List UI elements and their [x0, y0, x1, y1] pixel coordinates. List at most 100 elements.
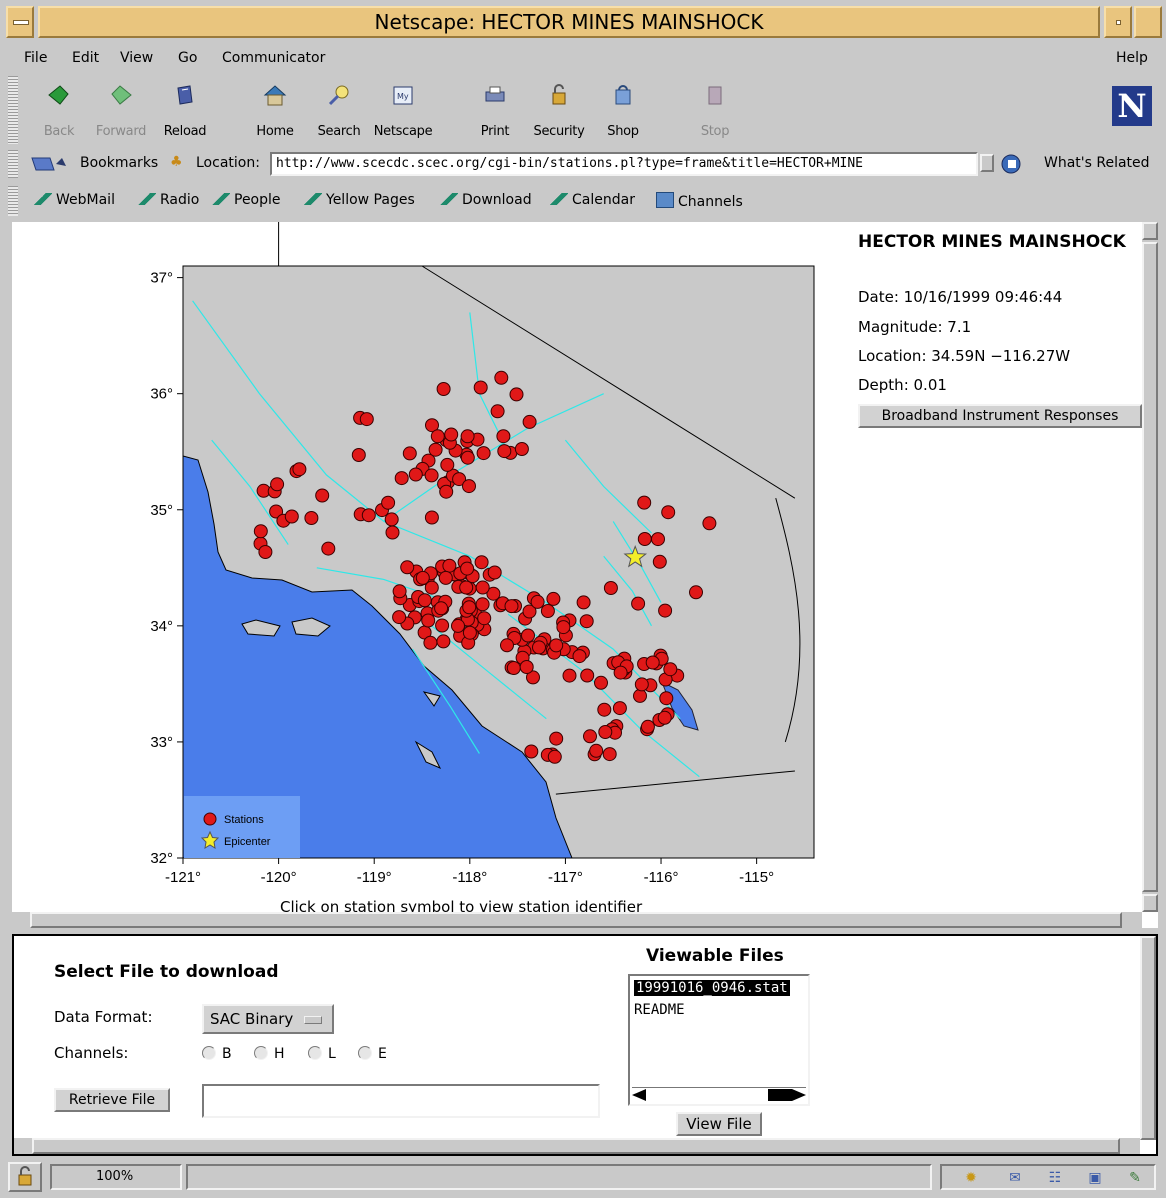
- security-button[interactable]: Security: [524, 78, 594, 142]
- channel-radio-l[interactable]: L: [308, 1046, 336, 1062]
- download-frame-vertical-scrollbar[interactable]: [1140, 936, 1156, 1140]
- station-marker: [460, 429, 475, 444]
- address-book-icon[interactable]: ▣: [1084, 1170, 1106, 1186]
- station-marker: [549, 638, 564, 653]
- maximize-button[interactable]: [1134, 6, 1162, 38]
- viewable-files-title: Viewable Files: [646, 946, 784, 966]
- pen-icon: [304, 193, 322, 205]
- lat-tick-label: 35°: [150, 502, 173, 519]
- back-label: Back: [43, 124, 75, 139]
- data-format-label: Data Format:: [54, 1008, 153, 1026]
- vertical-scroll-thumb[interactable]: [1142, 242, 1158, 892]
- map-frame-horizontal-scrollbar[interactable]: [12, 912, 1142, 928]
- bookmarks-icon[interactable]: [30, 154, 68, 174]
- reload-button[interactable]: Reload: [150, 78, 220, 142]
- map-frame-vertical-scrollbar[interactable]: [1142, 222, 1158, 912]
- files-scroll-thumb[interactable]: [768, 1089, 792, 1101]
- station-marker: [657, 710, 672, 725]
- print-button[interactable]: Print: [460, 78, 530, 142]
- home-icon: [263, 85, 287, 106]
- channel-radio-e[interactable]: E: [358, 1046, 387, 1062]
- channel-radio-h[interactable]: H: [254, 1046, 285, 1062]
- netscape-logo-icon[interactable]: N: [1112, 86, 1152, 126]
- data-format-select[interactable]: SAC Binary: [202, 1004, 334, 1034]
- menu-file[interactable]: File: [24, 50, 47, 66]
- channel-h-label: H: [274, 1046, 285, 1062]
- horizontal-scroll-thumb[interactable]: [30, 912, 1122, 928]
- legend-stations-label: Stations: [224, 814, 264, 826]
- file-item[interactable]: README: [634, 1002, 685, 1018]
- scroll-up-arrow[interactable]: [1142, 222, 1158, 240]
- station-marker: [417, 593, 432, 608]
- scroll-right-arrow-icon[interactable]: [792, 1089, 806, 1101]
- discussions-icon[interactable]: ☷: [1044, 1170, 1066, 1186]
- menu-communicator[interactable]: Communicator: [222, 50, 325, 66]
- download-frame-horizontal-scrollbar[interactable]: [14, 1138, 1140, 1154]
- station-marker: [530, 594, 545, 609]
- personal-item-calendar[interactable]: Calendar: [550, 192, 635, 208]
- scroll-left-arrow-icon[interactable]: [632, 1089, 646, 1101]
- station-marker: [436, 382, 451, 396]
- broadband-instrument-responses-button[interactable]: Broadband Instrument Responses: [858, 404, 1142, 428]
- my-netscape-button[interactable]: My Netscape: [368, 78, 438, 142]
- file-item-selected[interactable]: 19991016_0946.stat: [634, 980, 790, 996]
- window-menu-button[interactable]: [6, 6, 34, 38]
- personal-toolbar: WebMail Radio People Yellow Pages Downlo…: [8, 184, 1158, 218]
- search-button[interactable]: Search: [304, 78, 374, 142]
- personal-item-radio[interactable]: Radio: [138, 192, 199, 208]
- vertical-scroll-thumb[interactable]: [1140, 936, 1156, 1140]
- station-marker: [435, 618, 450, 633]
- forward-button[interactable]: Forward: [86, 78, 156, 142]
- whats-related-label[interactable]: What's Related: [1044, 155, 1150, 171]
- station-marker: [473, 380, 488, 395]
- bookmarks-label[interactable]: Bookmarks: [80, 155, 158, 171]
- station-marker: [270, 477, 285, 492]
- navigator-icon[interactable]: ✹: [960, 1170, 982, 1186]
- station-marker: [434, 601, 449, 616]
- url-history-dropdown[interactable]: [980, 154, 994, 172]
- retrieve-file-button[interactable]: Retrieve File: [54, 1088, 170, 1112]
- menu-help[interactable]: Help: [1116, 50, 1148, 66]
- security-lock-icon[interactable]: [8, 1162, 42, 1192]
- station-marker: [351, 448, 366, 462]
- files-horizontal-scrollbar[interactable]: [632, 1087, 806, 1102]
- station-marker: [462, 479, 476, 494]
- station-marker: [459, 580, 474, 595]
- personal-item-people[interactable]: People: [212, 192, 281, 208]
- url-input[interactable]: http://www.scecdc.scec.org/cgi-bin/stati…: [270, 152, 978, 176]
- viewable-files-list[interactable]: 19991016_0946.stat README: [628, 974, 810, 1106]
- back-button[interactable]: Back: [24, 78, 94, 142]
- station-marker: [583, 729, 597, 744]
- lat-tick-label: 32°: [150, 850, 173, 867]
- personal-item-download[interactable]: Download: [440, 192, 532, 208]
- whats-related-icon[interactable]: [1000, 153, 1032, 175]
- netscape-label: Netscape: [373, 124, 433, 139]
- location-bar: Bookmarks ♣ Location: http://www.scecdc.…: [8, 148, 1158, 180]
- stop-button[interactable]: Stop: [680, 78, 750, 142]
- pen-icon: [550, 193, 568, 205]
- minimize-button[interactable]: [1104, 6, 1132, 38]
- menu-edit[interactable]: Edit: [72, 50, 99, 66]
- scroll-down-arrow[interactable]: [1142, 894, 1158, 912]
- channel-b-label: B: [222, 1046, 232, 1062]
- composer-icon[interactable]: ✎: [1124, 1170, 1146, 1186]
- menu-go[interactable]: Go: [178, 50, 197, 66]
- menu-view[interactable]: View: [120, 50, 153, 66]
- quake-date: Date: 10/16/1999 09:46:44: [858, 288, 1063, 306]
- station-marker: [532, 640, 546, 655]
- lat-tick-label: 33°: [150, 734, 173, 751]
- station-marker: [522, 414, 537, 429]
- channel-radio-b[interactable]: B: [202, 1046, 232, 1062]
- horizontal-scroll-thumb[interactable]: [32, 1138, 1120, 1154]
- personal-item-webmail[interactable]: WebMail: [34, 192, 115, 208]
- view-file-button[interactable]: View File: [676, 1112, 762, 1136]
- personal-item-channels[interactable]: Channels: [656, 192, 743, 210]
- personal-item-yellow-pages[interactable]: Yellow Pages: [304, 192, 415, 208]
- lon-tick-label: -117°: [548, 869, 583, 886]
- station-marker: [645, 655, 660, 670]
- retrieve-file-input[interactable]: [202, 1084, 600, 1118]
- lon-tick-label: -118°: [452, 869, 487, 886]
- mail-icon[interactable]: ✉: [1004, 1170, 1026, 1186]
- home-button[interactable]: Home: [240, 78, 310, 142]
- shop-button[interactable]: Shop: [588, 78, 658, 142]
